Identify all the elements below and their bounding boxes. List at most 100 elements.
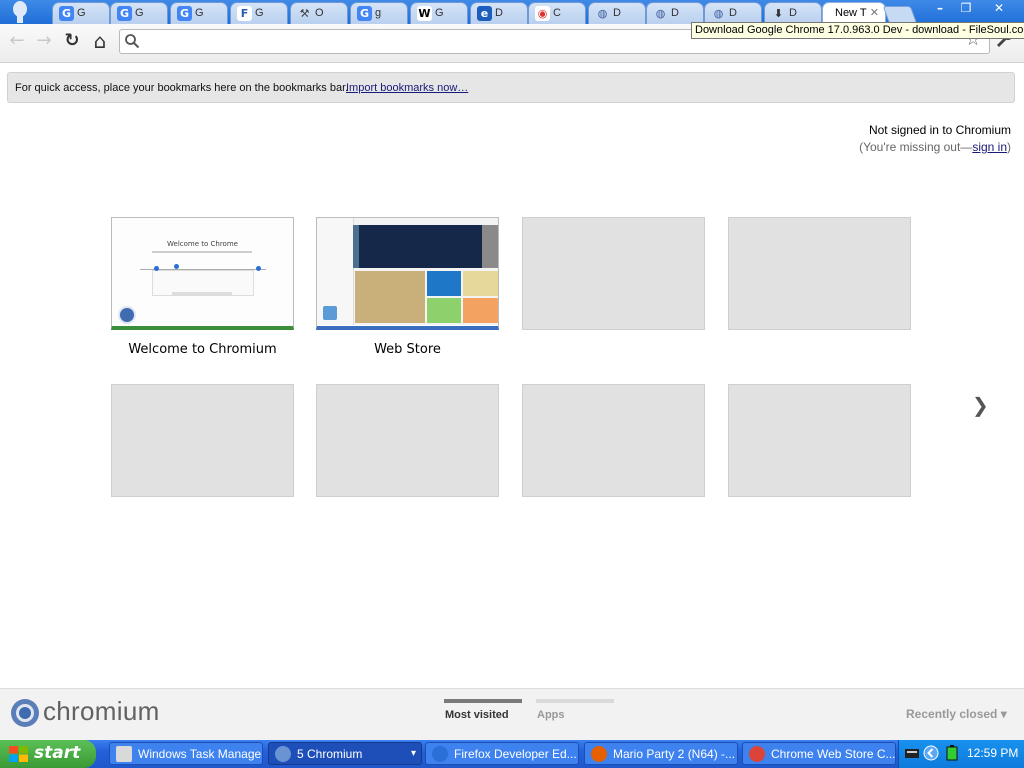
tab-title: G bbox=[77, 7, 86, 19]
battery-icon[interactable] bbox=[945, 745, 959, 761]
most-visited-label[interactable]: Welcome to Chromium bbox=[111, 342, 294, 357]
preview-tile bbox=[427, 271, 461, 296]
tab-title: New T bbox=[835, 7, 867, 19]
group-dropdown-icon: ▾ bbox=[410, 748, 416, 759]
preview-dot-icon bbox=[174, 264, 179, 269]
tab-title: D bbox=[729, 7, 737, 19]
start-label: start bbox=[34, 743, 81, 763]
sign-in-suffix: ) bbox=[1007, 140, 1011, 154]
forward-button[interactable]: → bbox=[33, 30, 55, 52]
tab-title: O bbox=[315, 7, 324, 19]
taskbar-button[interactable]: Chrome Web Store C... bbox=[742, 742, 896, 765]
sign-in-prompt: (You're missing out—sign in) bbox=[859, 140, 1011, 154]
most-visited-thumbnail bbox=[316, 384, 499, 497]
search-icon bbox=[125, 34, 140, 49]
google-icon: G bbox=[357, 6, 372, 21]
tab-3[interactable]: FG bbox=[230, 2, 288, 24]
tab-title: G bbox=[195, 7, 204, 19]
preview-footer-bar bbox=[172, 292, 232, 295]
preview-tile bbox=[463, 271, 498, 296]
most-visited-thumbnail[interactable]: Welcome to Chrome bbox=[111, 217, 294, 330]
most-visited-thumbnail bbox=[728, 384, 911, 497]
preview-dot-icon bbox=[154, 266, 159, 271]
sign-in-prefix: (You're missing out— bbox=[859, 140, 973, 154]
ntp-footer: chromium Most visited Apps Recently clos… bbox=[0, 688, 1024, 741]
google-icon: G bbox=[59, 6, 74, 21]
tab-most-visited[interactable]: Most visited bbox=[445, 709, 509, 721]
tab-title: G bbox=[435, 7, 444, 19]
taskbar-button[interactable]: 5 Chromium ▾ bbox=[268, 742, 422, 765]
chromium-icon bbox=[275, 746, 291, 762]
tab-9[interactable]: ◍ D bbox=[588, 2, 646, 24]
most-visited-thumbnail[interactable] bbox=[316, 217, 499, 330]
show-hidden-icons-icon[interactable] bbox=[923, 745, 939, 761]
chromium-logo-icon bbox=[11, 699, 39, 727]
tab-7[interactable]: eD bbox=[470, 2, 528, 24]
download-icon: ⬇ bbox=[773, 7, 784, 20]
preview-line bbox=[152, 251, 252, 253]
filesoul-icon: F bbox=[237, 6, 252, 21]
preview-banner-edge bbox=[482, 225, 498, 268]
back-button[interactable]: ← bbox=[6, 30, 28, 52]
tab-apps[interactable]: Apps bbox=[537, 709, 565, 721]
wrench-icon: ⚒ bbox=[299, 7, 310, 20]
taskbar-button-label: Mario Party 2 (N64) -... bbox=[613, 747, 736, 761]
minimize-button[interactable]: – bbox=[926, 0, 954, 17]
preview-tile bbox=[355, 271, 425, 323]
task-manager-icon bbox=[116, 746, 132, 762]
tab-title: D bbox=[789, 7, 797, 19]
tab-6[interactable]: WG bbox=[410, 2, 468, 24]
tab-11[interactable]: ◍ D bbox=[704, 2, 762, 24]
tab-4[interactable]: ⚒ O bbox=[290, 2, 348, 24]
tab-8[interactable]: ◉ C bbox=[528, 2, 586, 24]
tab-1[interactable]: GG bbox=[110, 2, 168, 24]
keyboard-icon[interactable] bbox=[905, 746, 919, 760]
preview-banner bbox=[358, 225, 482, 268]
windows-taskbar: start Windows Task Manager 5 Chromium ▾ Fir… bbox=[0, 740, 1024, 768]
most-visited-thumbnail bbox=[522, 217, 705, 330]
sign-in-link[interactable]: sign in bbox=[972, 140, 1007, 154]
preview-tile bbox=[463, 298, 498, 323]
reload-button[interactable]: ↻ bbox=[61, 30, 83, 52]
most-visited-thumbnail bbox=[111, 384, 294, 497]
tab-title: D bbox=[671, 7, 679, 19]
tab-5[interactable]: Gg bbox=[350, 2, 408, 24]
taskbar-button[interactable]: Firefox Developer Ed... bbox=[425, 742, 579, 765]
preview-dot-icon bbox=[256, 266, 261, 271]
profile-avatar-icon[interactable] bbox=[10, 1, 30, 23]
preview-heading: Welcome to Chrome bbox=[167, 240, 238, 248]
taskbar-button-label: 5 Chromium bbox=[297, 747, 363, 761]
tab-2[interactable]: GG bbox=[170, 2, 228, 24]
favicon-icon bbox=[118, 306, 136, 324]
google-icon: G bbox=[117, 6, 132, 21]
windows-logo-icon bbox=[9, 746, 28, 762]
taskbar-button[interactable]: Mario Party 2 (N64) -... bbox=[584, 742, 738, 765]
taskbar-button[interactable]: Windows Task Manager bbox=[109, 742, 263, 765]
most-visited-label[interactable]: Web Store bbox=[316, 342, 499, 357]
clock[interactable]: 12:59 PM bbox=[967, 746, 1018, 760]
tab-0[interactable]: GG bbox=[52, 2, 110, 24]
import-bookmarks-link[interactable]: Import bookmarks now… bbox=[346, 82, 468, 94]
recently-closed-menu[interactable]: Recently closed ▾ bbox=[906, 707, 1007, 721]
maximize-button[interactable]: ❐ bbox=[952, 0, 980, 17]
preview-banner-edge bbox=[353, 225, 359, 268]
close-window-button[interactable]: ✕ bbox=[984, 0, 1014, 17]
most-visited-thumbnail bbox=[522, 384, 705, 497]
chrome-icon: ◉ bbox=[535, 6, 550, 21]
globe-icon: ◍ bbox=[655, 7, 666, 20]
tab-13[interactable]: New T ✕ bbox=[822, 2, 886, 24]
home-button[interactable]: ⌂ bbox=[89, 30, 111, 52]
tab-title: g bbox=[375, 7, 382, 19]
pager-most-visited[interactable] bbox=[444, 699, 522, 703]
tab-12[interactable]: ⬇ D bbox=[764, 2, 822, 24]
chrome-logo-icon: e bbox=[477, 6, 492, 21]
thumbnail-preview: Welcome to Chrome bbox=[112, 218, 293, 325]
tab-title: D bbox=[613, 7, 621, 19]
system-tray: 12:59 PM bbox=[898, 740, 1024, 768]
close-tab-icon[interactable]: ✕ bbox=[870, 6, 879, 19]
tab-10[interactable]: ◍ D bbox=[646, 2, 704, 24]
start-button[interactable]: start bbox=[0, 740, 96, 768]
globe-icon: ◍ bbox=[597, 7, 608, 20]
pager-apps[interactable] bbox=[536, 699, 614, 703]
next-page-arrow-icon[interactable]: ❯ bbox=[972, 393, 989, 417]
